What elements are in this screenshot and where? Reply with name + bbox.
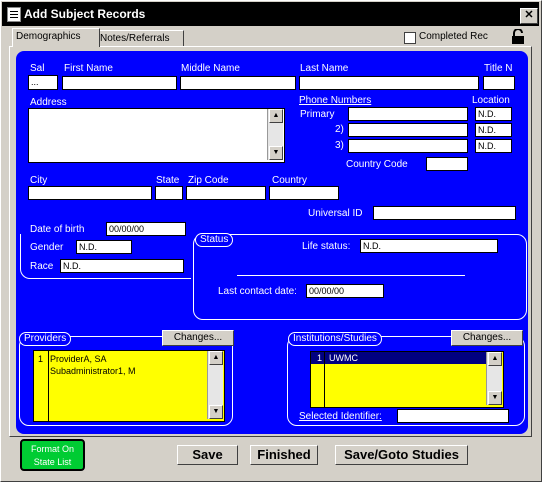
- address-label: Address: [30, 97, 67, 108]
- tab-notes-referrals[interactable]: Notes/Referrals: [96, 30, 184, 47]
- phone-location-1[interactable]: N.D.: [475, 107, 512, 121]
- scroll-down-arrow[interactable]: ▼: [269, 146, 283, 160]
- lock-icon[interactable]: [511, 28, 525, 45]
- last-name-field[interactable]: [299, 76, 479, 90]
- first-name-field[interactable]: [62, 76, 177, 90]
- sal-field[interactable]: ...: [28, 75, 58, 90]
- tab-demographics[interactable]: Demographics: [12, 28, 100, 47]
- city-field[interactable]: [28, 186, 152, 200]
- scroll-up-arrow[interactable]: ▲: [488, 352, 502, 366]
- institutions-changes-button[interactable]: Changes...: [451, 330, 523, 346]
- format-state-list-button[interactable]: Format On State List: [20, 439, 85, 471]
- life-status-label: Life status:: [302, 241, 351, 252]
- institutions-scrollbar[interactable]: ▲ ▼: [486, 352, 502, 405]
- zip-field[interactable]: [186, 186, 266, 200]
- middle-name-label: Middle Name: [181, 63, 240, 74]
- phone-3-label: 3): [335, 140, 344, 151]
- selected-identifier-label: Selected Identifier:: [299, 411, 382, 422]
- phone-2-field[interactable]: [348, 123, 468, 137]
- phone-3-field[interactable]: [348, 139, 468, 153]
- institution-index: 1: [317, 353, 323, 363]
- save-button[interactable]: Save: [177, 445, 238, 465]
- state-label: State: [156, 175, 180, 186]
- institutions-title: Institutions/Studies: [288, 332, 382, 346]
- phone-primary-field[interactable]: [348, 107, 468, 121]
- life-status-field[interactable]: N.D.: [360, 239, 498, 253]
- phone-location-2[interactable]: N.D.: [475, 123, 512, 137]
- address-textarea[interactable]: ▲ ▼: [28, 108, 285, 163]
- close-button[interactable]: ✕: [520, 8, 538, 24]
- scroll-down-arrow[interactable]: ▼: [488, 391, 502, 405]
- selected-identifier-field[interactable]: [397, 409, 509, 423]
- scroll-up-arrow[interactable]: ▲: [209, 351, 223, 365]
- demographics-frame: [20, 234, 191, 279]
- last-name-label: Last Name: [300, 63, 349, 74]
- last-contact-label: Last contact date:: [218, 286, 297, 297]
- country-code-field[interactable]: [426, 157, 468, 171]
- providers-list[interactable]: 1 ProviderA, SA Subadministrator1, M ▲ ▼: [33, 350, 225, 422]
- institution-row-1: UWMC: [329, 353, 358, 363]
- universal-id-field[interactable]: [373, 206, 516, 220]
- city-label: City: [30, 175, 48, 186]
- status-divider: [237, 275, 465, 276]
- format-line-2: State List: [33, 457, 72, 467]
- providers-title: Providers: [19, 332, 72, 346]
- first-name-label: First Name: [64, 63, 113, 74]
- title-field[interactable]: [483, 76, 515, 90]
- provider-index: 1: [38, 354, 44, 364]
- finished-button[interactable]: Finished: [250, 445, 318, 465]
- scroll-up-arrow[interactable]: ▲: [269, 109, 283, 123]
- provider-line-2: Subadministrator1, M: [50, 366, 136, 376]
- state-field[interactable]: [155, 186, 183, 200]
- save-goto-studies-button[interactable]: Save/Goto Studies: [335, 445, 468, 465]
- middle-name-field[interactable]: [180, 76, 296, 90]
- institutions-column-divider: [324, 352, 325, 407]
- country-field[interactable]: [269, 186, 339, 200]
- providers-changes-button[interactable]: Changes...: [162, 330, 234, 346]
- title-bar: Add Subject Records ✕: [2, 2, 539, 26]
- phone-location-3[interactable]: N.D.: [475, 139, 512, 153]
- institutions-list[interactable]: 1 UWMC ▲ ▼: [310, 351, 504, 408]
- phone-primary-label: Primary: [300, 109, 335, 120]
- providers-scrollbar[interactable]: ▲ ▼: [207, 351, 223, 419]
- format-line-1: Format On: [30, 444, 74, 454]
- title-label: Title N: [484, 63, 513, 74]
- completed-rec-checkbox[interactable]: [404, 32, 416, 44]
- app-icon: [7, 7, 21, 22]
- completed-rec-label: Completed Rec: [419, 31, 488, 42]
- phone-numbers-header: Phone Numbers: [299, 95, 372, 106]
- window-title: Add Subject Records: [24, 7, 146, 21]
- country-label: Country: [272, 175, 308, 186]
- phone-2-label: 2): [335, 124, 344, 135]
- location-header: Location: [472, 95, 510, 106]
- sal-label: Sal: [30, 63, 45, 74]
- status-title: Status: [195, 233, 234, 247]
- last-contact-field[interactable]: 00/00/00: [306, 284, 384, 298]
- country-code-label: Country Code: [346, 159, 408, 170]
- zip-label: Zip Code: [188, 175, 229, 186]
- scroll-down-arrow[interactable]: ▼: [209, 405, 223, 419]
- universal-id-label: Universal ID: [308, 208, 363, 219]
- address-scrollbar[interactable]: ▲ ▼: [267, 109, 283, 160]
- provider-line-1: ProviderA, SA: [50, 354, 107, 364]
